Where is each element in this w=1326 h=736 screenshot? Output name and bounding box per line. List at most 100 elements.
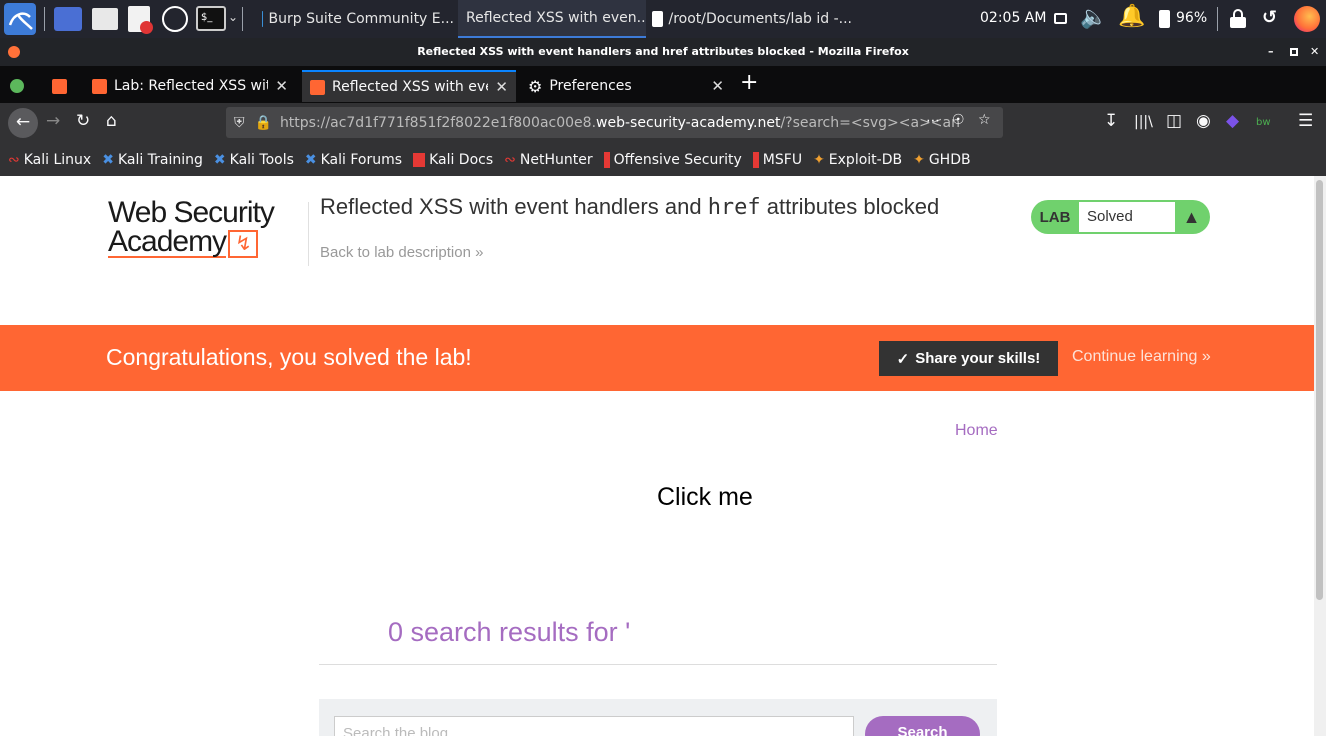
bookmark-exploit-db[interactable]: ✦ Exploit-DB xyxy=(813,152,902,168)
globe-icon xyxy=(10,79,24,93)
exploit-db-icon: ✦ xyxy=(913,152,925,168)
share-skills-button[interactable]: ✓ Share your skills! xyxy=(879,341,1058,376)
close-icon[interactable]: ✕ xyxy=(1310,38,1319,66)
url-prefix: https://ac7d1f771f851f2f8022e1f800ac00e8… xyxy=(279,114,597,131)
reload-button[interactable]: ↻ xyxy=(76,111,90,131)
kali-icon: ✖ xyxy=(213,152,226,168)
battery-icon[interactable] xyxy=(1159,10,1170,28)
close-icon[interactable]: ✕ xyxy=(275,77,288,95)
burp-icon xyxy=(310,79,325,95)
tab-lab[interactable]: Lab: Reflected XSS with e ✕ xyxy=(84,70,296,102)
firefox-icon xyxy=(8,46,20,58)
bookmark-msfu[interactable]: MSFU xyxy=(752,152,802,168)
browser-icon[interactable] xyxy=(162,6,188,32)
lock-icon[interactable]: 🔒 xyxy=(255,115,272,131)
bookmark-kali-forums[interactable]: ✖ Kali Forums xyxy=(305,152,402,168)
tab-bar: Lab: Reflected XSS with e ✕ Reflected XS… xyxy=(0,66,1326,103)
volume-icon[interactable]: 🔈 xyxy=(1080,5,1107,30)
star-icon[interactable]: ☆ xyxy=(978,112,991,128)
lab-status: Solved xyxy=(1079,202,1175,232)
lab-status-badge: LAB Solved ▲ xyxy=(1031,200,1210,234)
notification-bell-icon[interactable]: 🔔 xyxy=(1118,4,1145,29)
battery-percent: 96% xyxy=(1176,10,1208,26)
scrollbar[interactable] xyxy=(1314,176,1326,736)
lock-icon[interactable] xyxy=(1230,9,1246,28)
search-button[interactable]: Search xyxy=(865,716,980,736)
tab-label: Reflected XSS with event xyxy=(332,79,488,95)
bookmark-kali-tools[interactable]: ✖ Kali Tools xyxy=(214,152,294,168)
scrollbar-thumb[interactable] xyxy=(1316,180,1323,600)
sidebar-icon[interactable]: ◫ xyxy=(1166,111,1182,131)
burp-icon xyxy=(262,11,263,27)
text-editor-icon[interactable] xyxy=(128,6,153,34)
bookmarks-bar: ∾ Kali Linux ✖ Kali Training ✖ Kali Tools ✖… xyxy=(0,144,1326,176)
file-manager-icon[interactable] xyxy=(92,8,118,30)
close-icon[interactable]: ✕ xyxy=(711,77,724,95)
tab-pinned-1[interactable] xyxy=(2,70,34,102)
bookmark-offensive-security[interactable]: Offensive Security xyxy=(603,152,742,168)
url-host: web-security-academy.net xyxy=(596,114,781,131)
minimize-icon[interactable]: – xyxy=(1268,38,1274,66)
tab-reflected-xss[interactable]: Reflected XSS with event ✕ xyxy=(302,70,516,102)
back-to-description-link[interactable]: Back to lab description » xyxy=(320,244,483,261)
nav-bar: ← → ↻ ⌂ ⛨ 🔒 https://ac7d1f771f851f2f8022… xyxy=(0,103,1326,144)
url-bar[interactable]: ⛨ 🔒 https://ac7d1f771f851f2f8022e1f800ac… xyxy=(226,107,1003,138)
search-input[interactable]: Search the blog... xyxy=(334,716,854,736)
library-icon[interactable]: |||\ xyxy=(1134,114,1153,130)
page-actions-icon[interactable]: ⋯ xyxy=(926,113,940,129)
kali-icon: ✖ xyxy=(304,152,317,168)
new-tab-button[interactable]: + xyxy=(740,70,758,95)
taskbar-app-burp[interactable]: Burp Suite Community E... xyxy=(262,0,454,38)
menu-icon[interactable]: ☰ xyxy=(1298,111,1313,131)
taskbar-app-editor[interactable]: /root/Documents/lab id -... xyxy=(652,0,852,38)
window-icon[interactable] xyxy=(1054,13,1067,24)
kali-icon: ∾ xyxy=(504,152,516,168)
extension-icon[interactable]: ◆ xyxy=(1226,111,1239,131)
search-panel: Search the blog... Search xyxy=(319,699,997,736)
taskbar-app-label: /root/Documents/lab id -... xyxy=(668,11,852,27)
bookmark-nethunter[interactable]: ∾ NetHunter xyxy=(504,152,592,168)
maximize-icon[interactable] xyxy=(1290,48,1298,56)
docs-icon xyxy=(413,153,426,167)
continue-learning-link[interactable]: Continue learning » xyxy=(1072,348,1211,366)
lightning-icon: ↯ xyxy=(228,230,259,258)
bookmark-ghdb[interactable]: ✦ GHDB xyxy=(913,152,971,168)
tab-preferences[interactable]: ⚙ Preferences ✕ xyxy=(520,70,732,102)
bookmark-kali-docs[interactable]: Kali Docs xyxy=(413,152,493,168)
pocket-icon[interactable]: ☉ xyxy=(952,112,965,128)
burp-icon xyxy=(52,78,67,94)
injected-click-me-link[interactable]: Click me xyxy=(657,483,753,512)
chevron-down-icon[interactable]: ⌄ xyxy=(228,10,238,24)
window-titlebar: Reflected XSS with event handlers and hr… xyxy=(0,38,1326,66)
firefox-icon[interactable] xyxy=(1294,6,1320,32)
shield-icon[interactable]: ⛨ xyxy=(234,115,245,131)
close-icon[interactable]: ✕ xyxy=(495,78,508,96)
gear-icon: ⚙ xyxy=(528,76,543,96)
logo-line1: Web Security xyxy=(108,196,275,229)
extension-icon[interactable]: bw xyxy=(1256,117,1271,128)
back-button[interactable]: ← xyxy=(8,108,38,138)
home-link[interactable]: Home xyxy=(955,422,998,440)
account-icon[interactable]: ◉ xyxy=(1196,111,1211,131)
solved-banner: Congratulations, you solved the lab! ✓ S… xyxy=(0,325,1314,391)
twitter-icon: ✓ xyxy=(896,350,910,368)
forward-button[interactable]: → xyxy=(46,111,60,131)
taskbar: $_ ⌄ Burp Suite Community E... Reflected… xyxy=(0,0,1326,38)
exploit-db-icon: ✦ xyxy=(813,152,825,168)
home-button[interactable]: ⌂ xyxy=(106,111,117,131)
terminal-icon[interactable]: $_ xyxy=(196,6,226,31)
kali-menu-icon[interactable] xyxy=(4,3,36,35)
workspace-icon[interactable] xyxy=(54,7,82,31)
download-icon[interactable]: ↧ xyxy=(1104,111,1118,131)
tab-pinned-2[interactable] xyxy=(42,70,78,102)
kali-icon: ∾ xyxy=(8,152,20,168)
logout-icon[interactable]: ↺ xyxy=(1262,7,1277,28)
burp-icon xyxy=(92,78,107,94)
bookmark-kali-linux[interactable]: ∾ Kali Linux xyxy=(8,152,91,168)
bookmark-kali-training[interactable]: ✖ Kali Training xyxy=(102,152,203,168)
clock[interactable]: 02:05 AM xyxy=(980,10,1046,26)
page-title: Reflected XSS with event handlers and hr… xyxy=(320,194,940,220)
logo[interactable]: Web Security Academy ↯ xyxy=(108,198,302,258)
taskbar-app-firefox[interactable]: Reflected XSS with even... xyxy=(458,0,646,38)
search-results-heading: 0 search results for ' xyxy=(388,617,631,647)
